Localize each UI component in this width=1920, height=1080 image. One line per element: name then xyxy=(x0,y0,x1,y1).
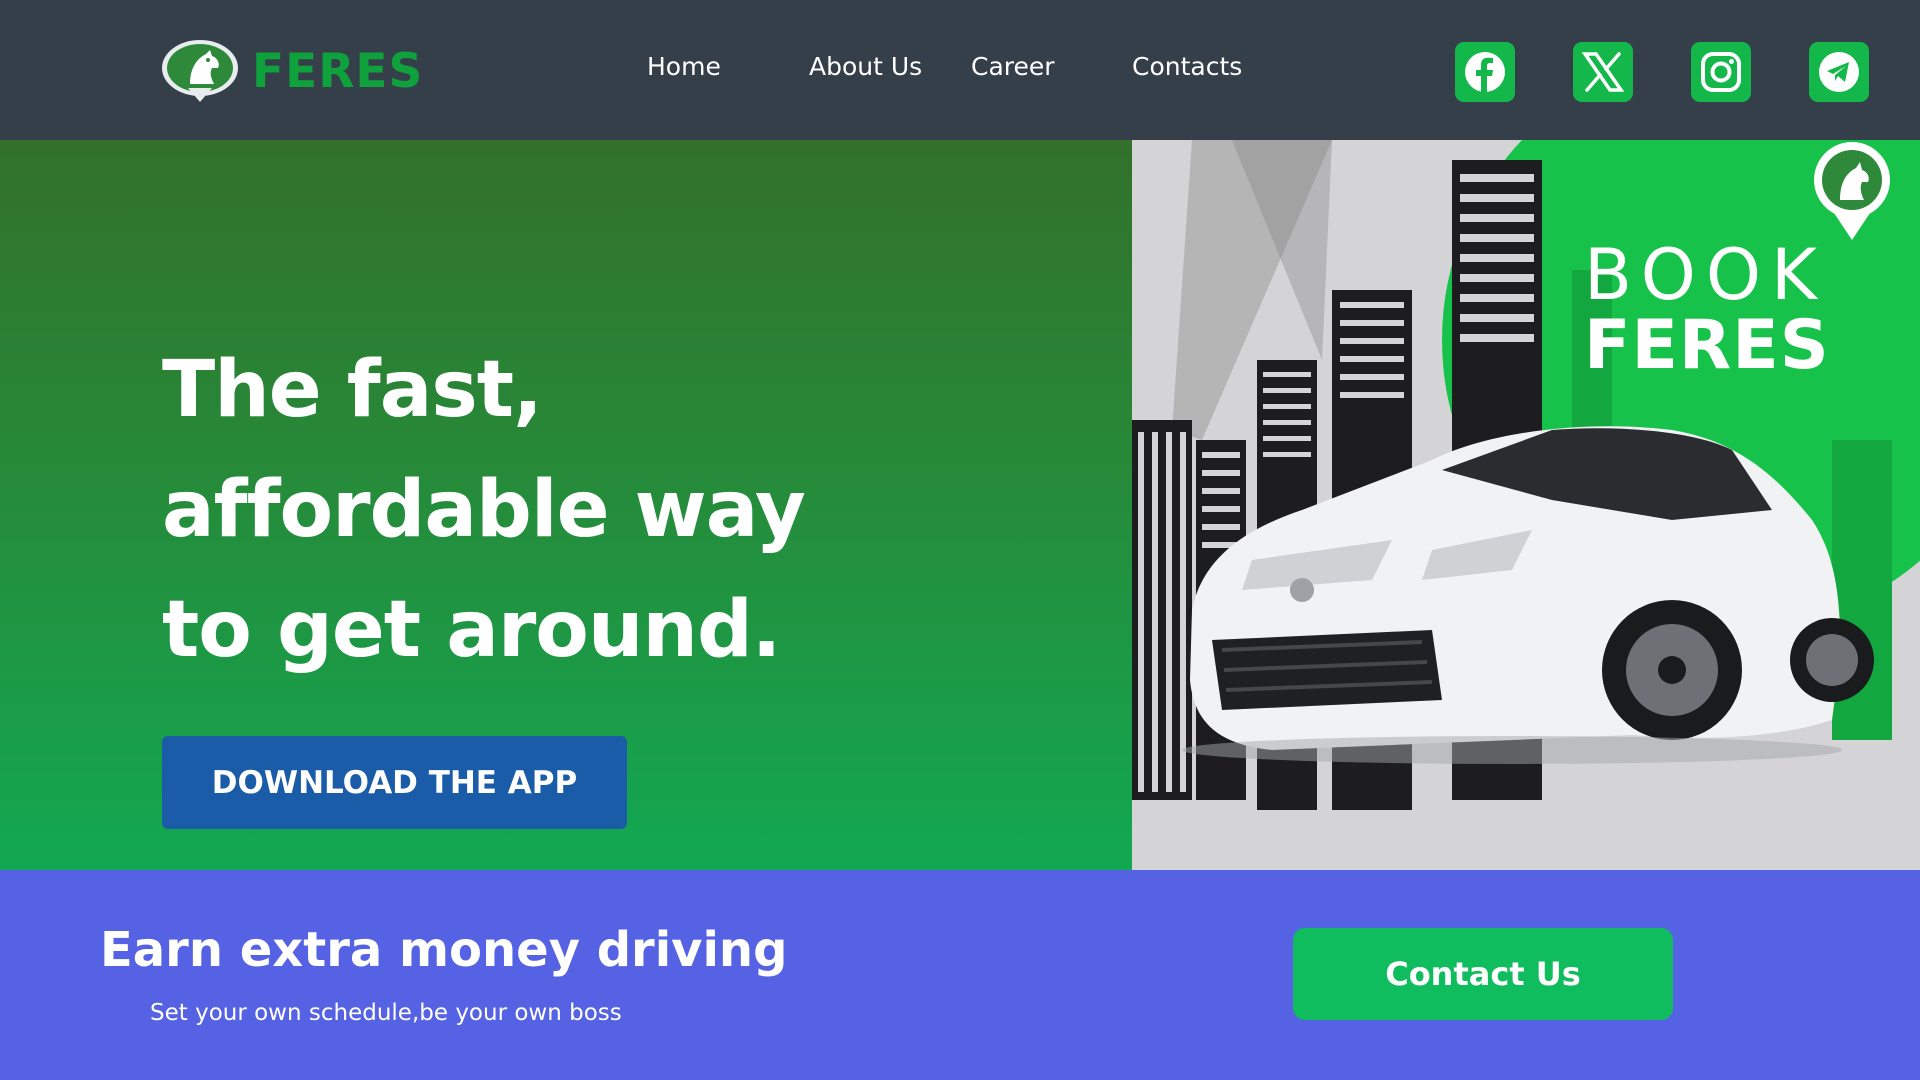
telegram-icon xyxy=(1819,52,1859,92)
site-header: FERES Home About Us Career Contacts xyxy=(0,0,1920,140)
facebook-icon xyxy=(1465,52,1505,92)
brand-logo[interactable]: FERES xyxy=(160,38,423,104)
horse-head-pin-icon xyxy=(162,40,238,102)
hero-title-line-3: to get around. xyxy=(162,585,781,675)
band-subtitle: Set your own schedule,be your own boss xyxy=(150,1000,622,1026)
nav-home[interactable]: Home xyxy=(647,52,721,81)
promo-line-2: FERES xyxy=(1584,306,1830,385)
hero-title: The fast, affordable way to get around. xyxy=(162,330,1062,690)
x-twitter-link[interactable] xyxy=(1573,42,1633,102)
promo-text: BOOK FERES xyxy=(1584,240,1904,380)
band-title: Earn extra money driving xyxy=(100,922,788,978)
contact-us-button[interactable]: Contact Us xyxy=(1293,928,1673,1020)
instagram-link[interactable] xyxy=(1691,42,1751,102)
promo-image: BOOK FERES xyxy=(1132,140,1920,870)
hero-title-line-1: The fast, xyxy=(162,345,543,435)
facebook-link[interactable] xyxy=(1455,42,1515,102)
hero-section: The fast, affordable way to get around. … xyxy=(0,140,1132,870)
x-twitter-icon xyxy=(1581,52,1625,92)
promo-line-1: BOOK xyxy=(1584,234,1827,316)
hero-title-line-2: affordable way xyxy=(162,465,806,555)
instagram-icon xyxy=(1701,52,1741,92)
brand-name: FERES xyxy=(252,43,424,99)
driver-recruit-band: Earn extra money driving Set your own sc… xyxy=(0,870,1920,1080)
telegram-link[interactable] xyxy=(1809,42,1869,102)
nav-about-us[interactable]: About Us xyxy=(809,52,922,81)
nav-career[interactable]: Career xyxy=(971,52,1055,81)
nav-contacts[interactable]: Contacts xyxy=(1132,52,1242,81)
download-app-button[interactable]: DOWNLOAD THE APP xyxy=(162,736,627,829)
